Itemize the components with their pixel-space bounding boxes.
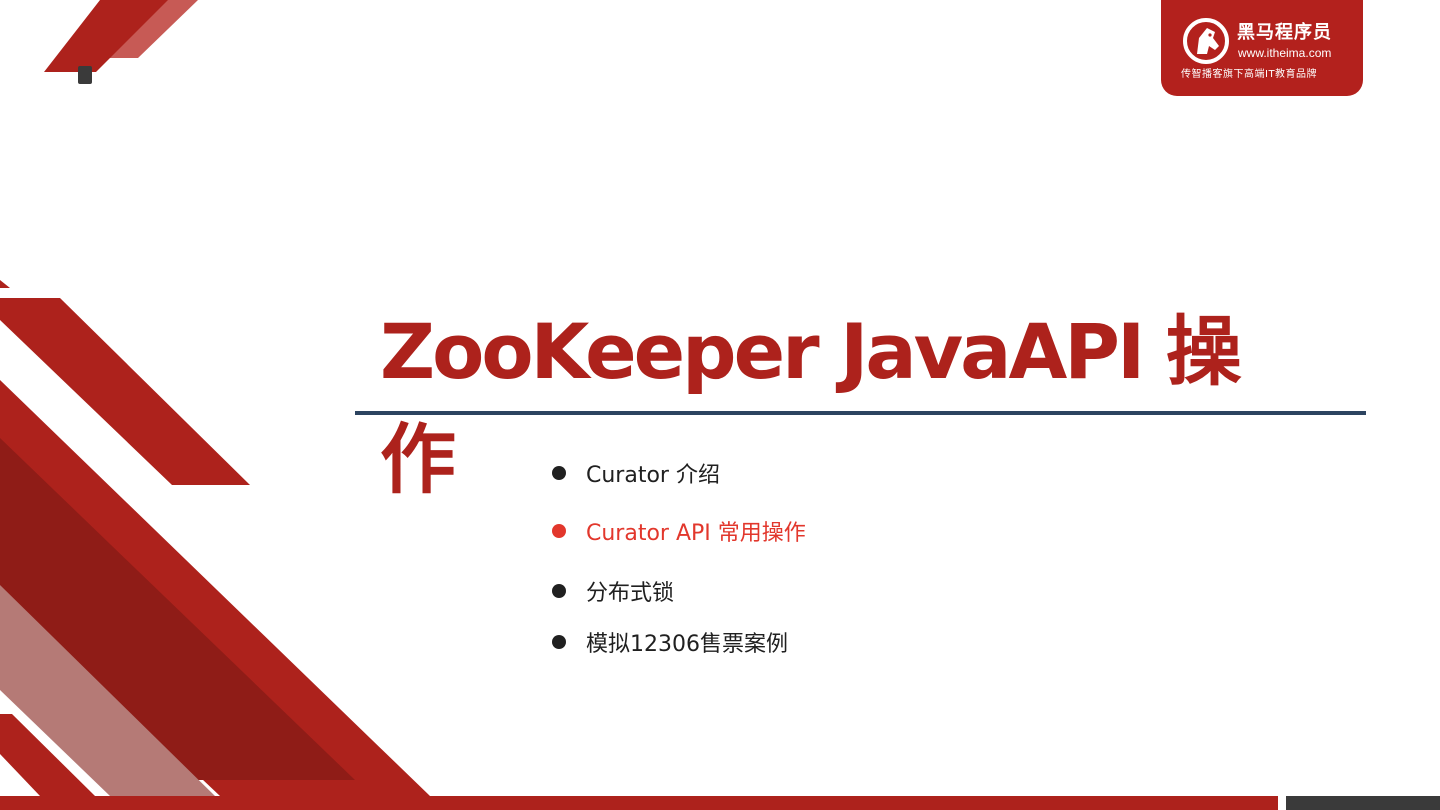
left-stripe-top-small: [0, 280, 10, 288]
top-left-block: [78, 66, 92, 84]
brand-url: www.itheima.com: [1238, 46, 1332, 60]
bottom-bar-dark: [1286, 796, 1440, 810]
bottom-bar-red: [0, 796, 1278, 810]
agenda-item-label: Curator API 常用操作: [586, 521, 806, 546]
agenda-item-distributed-lock[interactable]: 分布式锁: [552, 575, 674, 607]
agenda-item-label: 模拟12306售票案例: [586, 632, 788, 657]
horse-head-logo-icon: [1183, 18, 1229, 64]
agenda-item-label: 分布式锁: [586, 581, 675, 606]
agenda-item-curator-api[interactable]: Curator API 常用操作: [552, 515, 806, 547]
title-divider: [355, 411, 1366, 415]
agenda-item-curator-intro[interactable]: Curator 介绍: [552, 457, 720, 489]
bullet-dot-icon: [552, 466, 566, 480]
slide-title: ZooKeeper JavaAPI 操作: [380, 307, 1242, 504]
bullet-dot-icon: [552, 584, 566, 598]
brand-name: 黑马程序员: [1237, 22, 1332, 43]
bullet-dot-icon: [552, 635, 566, 649]
brand-slogan: 传智播客旗下高端IT教育品牌: [1181, 69, 1318, 80]
brand-logo-badge[interactable]: 黑马程序员 www.itheima.com 传智播客旗下高端IT教育品牌: [1161, 0, 1363, 96]
bullet-dot-icon: [552, 524, 566, 538]
agenda-item-label: Curator 介绍: [586, 463, 720, 488]
agenda-item-ticket-case[interactable]: 模拟12306售票案例: [552, 626, 788, 658]
